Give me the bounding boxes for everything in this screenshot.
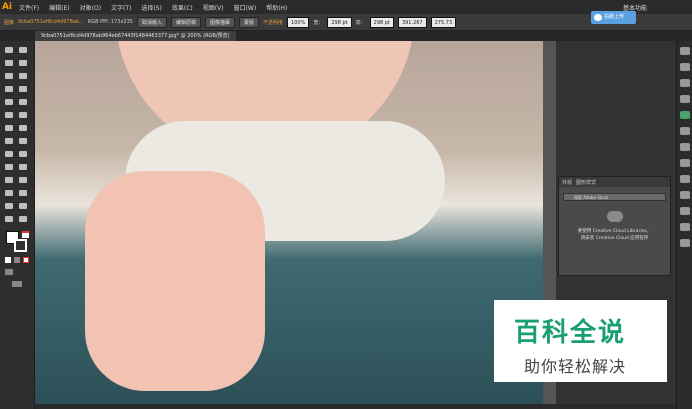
rotate-tool-icon[interactable]: [5, 125, 13, 131]
menu-edit[interactable]: 编辑(E): [44, 3, 74, 12]
horizontal-scrollbar[interactable]: [35, 404, 676, 409]
width-label: 宽：: [313, 19, 324, 26]
cancel-embed-button[interactable]: 取消嵌入: [136, 16, 167, 28]
appearance-panel-icon[interactable]: [680, 159, 690, 167]
watermark-title: 百科全说: [514, 318, 627, 348]
graphic-styles-tab[interactable]: 图形样式: [576, 179, 596, 186]
hand-tool-icon[interactable]: [5, 216, 13, 222]
menu-select[interactable]: 选择(S): [136, 3, 167, 12]
layers-panel-icon[interactable]: [680, 191, 690, 199]
menu-file[interactable]: 文件(F): [14, 3, 44, 12]
gradient-mode-icon[interactable]: [14, 257, 20, 263]
shape-builder-tool-icon[interactable]: [5, 151, 13, 157]
artboard-tool-icon[interactable]: [5, 203, 13, 209]
symbol-sprayer-tool-icon[interactable]: [5, 190, 13, 196]
brushes-panel-icon[interactable]: [680, 79, 690, 87]
menu-view[interactable]: 视图(V): [198, 3, 229, 12]
placed-image[interactable]: [35, 41, 543, 405]
document-tab[interactable]: 9cba0751ef8cd4d978ab964eb67443f148446337…: [35, 31, 236, 41]
free-transform-tool-icon[interactable]: [19, 138, 27, 144]
height-field[interactable]: 298 pt: [369, 16, 394, 28]
creative-cloud-icon: [606, 211, 623, 222]
width-tool-icon[interactable]: [5, 138, 13, 144]
watermark-subtitle: 助你轻松解决: [524, 357, 627, 376]
magic-wand-tool-icon[interactable]: [5, 60, 13, 66]
lasso-tool-icon[interactable]: [19, 60, 27, 66]
align-panel-icon[interactable]: [680, 239, 690, 247]
perspective-grid-tool-icon[interactable]: [19, 151, 27, 157]
mask-button[interactable]: 蒙版: [239, 16, 260, 28]
pen-tool-icon[interactable]: [5, 73, 13, 79]
rectangle-tool-icon[interactable]: [5, 99, 13, 105]
stock-search-input[interactable]: 搜索 Adobe Stock: [563, 193, 666, 201]
opacity-label[interactable]: 不透明度: [263, 19, 283, 26]
menu-effect[interactable]: 效果(C): [167, 3, 198, 12]
selection-tool-icon[interactable]: [5, 47, 13, 53]
x-field[interactable]: 391.267: [397, 16, 427, 28]
opacity-field[interactable]: 100%: [287, 16, 310, 28]
libraries-message-line2: 请安装 Creative Cloud 应用程序: [580, 236, 649, 241]
height-label: 高：: [355, 19, 366, 26]
hands-shape: [85, 171, 265, 391]
screen-mode-icon[interactable]: [12, 281, 22, 287]
type-tool-icon[interactable]: [5, 86, 13, 92]
mesh-tool-icon[interactable]: [5, 164, 13, 170]
swatches-panel-icon[interactable]: [680, 63, 690, 71]
artboards-panel-icon[interactable]: [680, 207, 690, 215]
color-info: RGB PPI: 173x235: [87, 19, 133, 25]
zoom-tool-icon[interactable]: [19, 216, 27, 222]
slice-tool-icon[interactable]: [19, 203, 27, 209]
linked-filename[interactable]: 9cba0751ef8cd4d978ab...: [18, 19, 84, 25]
color-mode-icon[interactable]: [5, 257, 11, 263]
tools-panel: [0, 41, 35, 409]
paintbrush-tool-icon[interactable]: [19, 99, 27, 105]
y-field[interactable]: 275.73: [430, 16, 457, 28]
cloud-icon: [594, 14, 602, 21]
eraser-tool-icon[interactable]: [19, 112, 27, 118]
object-type-label: 图像: [4, 19, 15, 26]
none-swatch-icon[interactable]: [22, 231, 29, 238]
appearance-tab[interactable]: 外观: [562, 179, 572, 186]
image-trace-button[interactable]: 图像描摹: [205, 16, 236, 28]
libraries-panel: 外观 图形样式 搜索 Adobe Stock 要使用 Creative Clou…: [558, 176, 671, 276]
scale-tool-icon[interactable]: [19, 125, 27, 131]
symbols-panel-icon[interactable]: [680, 95, 690, 103]
column-graph-tool-icon[interactable]: [19, 190, 27, 196]
stroke-swatch[interactable]: [14, 239, 27, 252]
artboard-canvas[interactable]: [35, 41, 556, 405]
stroke-panel-icon[interactable]: [680, 111, 690, 119]
menu-object[interactable]: 对象(O): [75, 3, 106, 12]
menu-help[interactable]: 帮助(H): [261, 3, 292, 12]
none-mode-icon[interactable]: [23, 257, 29, 263]
eyedropper-tool-icon[interactable]: [5, 177, 13, 183]
direct-selection-tool-icon[interactable]: [19, 47, 27, 53]
cloud-upload-label: 拍摄上传: [604, 14, 625, 20]
pencil-tool-icon[interactable]: [5, 112, 13, 118]
document-tab-bar: 9cba0751ef8cd4d978ab964eb67443f148446337…: [0, 31, 692, 41]
gradient-tool-icon[interactable]: [19, 164, 27, 170]
gradient-panel-icon[interactable]: [680, 127, 690, 135]
menu-window[interactable]: 窗口(W): [229, 3, 262, 12]
draw-mode-icon[interactable]: [5, 269, 13, 275]
libraries-message-line1: 要使用 Creative Cloud Libraries，: [577, 229, 652, 234]
libraries-panel-icon[interactable]: [680, 223, 690, 231]
app-logo: Ai: [0, 0, 14, 14]
blend-tool-icon[interactable]: [19, 177, 27, 183]
color-panel-icon[interactable]: [680, 47, 690, 55]
right-dock: [676, 41, 692, 409]
graphic-styles-panel-icon[interactable]: [680, 175, 690, 183]
line-tool-icon[interactable]: [19, 86, 27, 92]
edit-original-button[interactable]: 编辑原稿: [170, 16, 201, 28]
watermark-logo: 百科全说 助你轻松解决: [494, 300, 667, 382]
curvature-tool-icon[interactable]: [19, 73, 27, 79]
control-bar: 图像 9cba0751ef8cd4d978ab... RGB PPI: 173x…: [0, 14, 692, 31]
libraries-panel-header: 外观 图形样式: [559, 177, 670, 187]
cloud-upload-button[interactable]: 拍摄上传: [591, 11, 636, 24]
transparency-panel-icon[interactable]: [680, 143, 690, 151]
menu-type[interactable]: 文字(T): [106, 3, 136, 12]
width-field[interactable]: 298 pt: [327, 16, 352, 28]
menu-bar: Ai 文件(F) 编辑(E) 对象(O) 文字(T) 选择(S) 效果(C) 视…: [0, 0, 692, 14]
